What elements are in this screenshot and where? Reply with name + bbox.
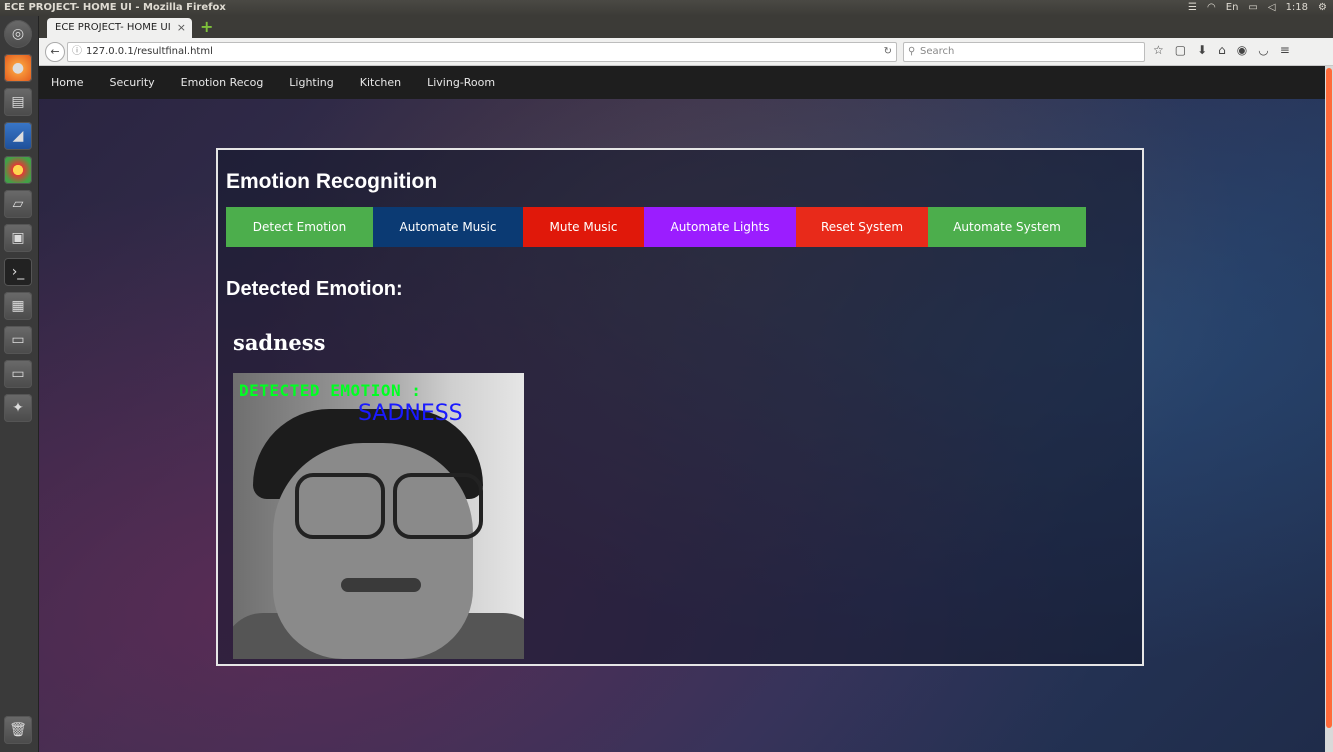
dash-icon[interactable]: ◎ xyxy=(4,20,32,48)
page-scrollbar[interactable] xyxy=(1325,66,1333,752)
drive-icon[interactable]: ▭ xyxy=(4,326,32,354)
tab-title: ECE PROJECT- HOME UI xyxy=(55,22,171,33)
captured-face-image: DETECTED EMOTION : SADNESS xyxy=(233,373,524,659)
clock[interactable]: 1:18 xyxy=(1286,0,1308,16)
search-icon: ⚲ xyxy=(908,46,916,57)
detected-emotion-value: sadness xyxy=(233,330,326,355)
search-input[interactable]: ⚲ Search xyxy=(903,42,1145,62)
url-text: 127.0.0.1/resultfinal.html xyxy=(86,46,213,57)
system-top-bar: ECE PROJECT- HOME UI - Mozilla Firefox ☰… xyxy=(0,0,1333,16)
battery-icon[interactable]: ▭ xyxy=(1248,0,1257,16)
drive2-icon[interactable]: ▭ xyxy=(4,360,32,388)
back-arrow-icon[interactable]: ← xyxy=(45,42,65,62)
mute-music-button[interactable]: Mute Music xyxy=(523,207,644,247)
browser-window: ECE PROJECT- HOME UI × + ← ⓘ 127.0.0.1/r… xyxy=(39,16,1333,752)
search-placeholder: Search xyxy=(920,46,955,57)
automate-lights-button[interactable]: Automate Lights xyxy=(644,207,796,247)
browser-tab[interactable]: ECE PROJECT- HOME UI × xyxy=(47,18,192,38)
pocket-icon[interactable]: ◡ xyxy=(1258,43,1268,57)
tab-strip: ECE PROJECT- HOME UI × + xyxy=(39,16,1333,38)
info-icon[interactable]: ⓘ xyxy=(72,43,82,61)
chrome-icon[interactable] xyxy=(4,156,32,184)
toolbar-icons: ☆ ▢ ⬇ ⌂ ◉ ◡ ≡ xyxy=(1153,43,1290,57)
hamburger-menu-icon[interactable]: ≡ xyxy=(1280,43,1290,57)
files-icon[interactable]: ▤ xyxy=(4,88,32,116)
display-icon[interactable]: ▣ xyxy=(4,224,32,252)
nav-living-room[interactable]: Living-Room xyxy=(427,76,495,89)
automate-music-button[interactable]: Automate Music xyxy=(373,207,523,247)
launcher-sidebar: ◎ ● ▤ ◢ ▱ ▣ ›_ ▦ ▭ ▭ ✦ 🗑 xyxy=(0,16,39,752)
nav-emotion-recog[interactable]: Emotion Recog xyxy=(181,76,264,89)
nav-lighting[interactable]: Lighting xyxy=(289,76,333,89)
action-button-row: Detect Emotion Automate Music Mute Music… xyxy=(226,207,1086,247)
navigation-toolbar: ← ⓘ 127.0.0.1/resultfinal.html ↻ ⚲ Searc… xyxy=(39,38,1333,66)
bookmark-star-icon[interactable]: ☆ xyxy=(1153,43,1164,57)
firefox-icon[interactable]: ● xyxy=(4,54,32,82)
nav-security[interactable]: Security xyxy=(109,76,154,89)
chat-icon[interactable]: ◉ xyxy=(1237,43,1247,57)
system-tray: ☰ ◠ En ▭ ◁ 1:18 ⚙ xyxy=(1188,0,1327,16)
nav-kitchen[interactable]: Kitchen xyxy=(360,76,401,89)
terminal-icon[interactable]: ›_ xyxy=(4,258,32,286)
close-tab-icon[interactable]: × xyxy=(177,18,186,38)
automate-system-button[interactable]: Automate System xyxy=(928,207,1086,247)
image-caption-label: DETECTED EMOTION : xyxy=(239,381,422,400)
window-title: ECE PROJECT- HOME UI - Mozilla Firefox xyxy=(4,2,226,13)
download-icon[interactable]: ⬇ xyxy=(1197,43,1207,57)
wifi-icon[interactable]: ◠ xyxy=(1207,0,1216,16)
site-navbar: Home Security Emotion Recog Lighting Kit… xyxy=(39,66,1325,99)
new-tab-icon[interactable]: + xyxy=(200,18,216,36)
detect-emotion-button[interactable]: Detect Emotion xyxy=(226,207,373,247)
apps-icon[interactable]: ▦ xyxy=(4,292,32,320)
emotion-panel: Emotion Recognition Detect Emotion Autom… xyxy=(216,148,1144,666)
detected-emotion-heading: Detected Emotion: xyxy=(226,278,403,300)
clipboard-icon[interactable]: ▢ xyxy=(1175,43,1186,57)
home-icon[interactable]: ⌂ xyxy=(1218,43,1226,57)
menu-icon[interactable]: ☰ xyxy=(1188,0,1197,16)
nav-home[interactable]: Home xyxy=(51,76,83,89)
gear-icon[interactable]: ⚙ xyxy=(1318,0,1327,16)
image-caption-value: SADNESS xyxy=(358,401,463,426)
volume-icon[interactable]: ◁ xyxy=(1268,0,1276,16)
reset-system-button[interactable]: Reset System xyxy=(796,207,928,247)
keyboard-layout[interactable]: En xyxy=(1226,0,1239,16)
usb-icon[interactable]: ✦ xyxy=(4,394,32,422)
trash-icon[interactable]: 🗑 xyxy=(4,716,32,744)
vscode-icon[interactable]: ◢ xyxy=(4,122,32,150)
page-viewport: Home Security Emotion Recog Lighting Kit… xyxy=(39,66,1325,752)
scrollbar-thumb[interactable] xyxy=(1326,68,1332,728)
disk-icon[interactable]: ▱ xyxy=(4,190,32,218)
url-bar[interactable]: ⓘ 127.0.0.1/resultfinal.html ↻ xyxy=(67,42,897,62)
reload-icon[interactable]: ↻ xyxy=(884,43,892,61)
page-title: Emotion Recognition xyxy=(226,170,438,193)
